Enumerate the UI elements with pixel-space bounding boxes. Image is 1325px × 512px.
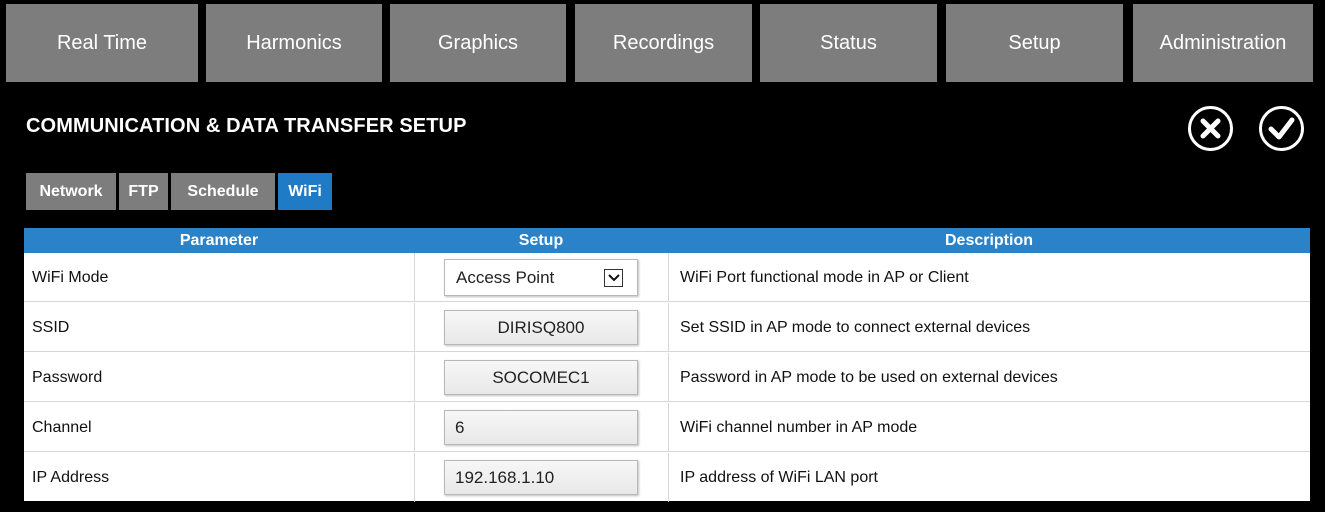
wifi-mode-select[interactable]: Access Point	[444, 259, 638, 296]
wifi-settings-table: Parameter Setup Description WiFi Mode Ac…	[24, 228, 1310, 502]
parameter-description: Set SSID in AP mode to connect external …	[680, 318, 1031, 336]
table-row: SSID DIRISQ800 Set SSID in AP mode to co…	[24, 303, 1310, 352]
subtab-wifi[interactable]: WiFi	[278, 173, 332, 210]
cancel-button[interactable]	[1187, 105, 1234, 152]
column-divider	[414, 253, 415, 302]
nav-tab-recordings[interactable]: Recordings	[575, 4, 752, 82]
wifi-mode-value: Access Point	[456, 267, 555, 287]
parameter-label: Channel	[32, 418, 92, 436]
column-divider	[668, 453, 669, 502]
column-divider	[668, 353, 669, 402]
column-divider	[414, 303, 415, 352]
column-divider	[668, 303, 669, 352]
confirm-button[interactable]	[1258, 105, 1305, 152]
parameter-label: Password	[32, 368, 103, 386]
nav-tab-administration[interactable]: Administration	[1133, 4, 1313, 82]
parameter-label: IP Address	[32, 468, 110, 486]
subtab-ftp[interactable]: FTP	[119, 173, 168, 210]
close-circle-icon	[1188, 106, 1233, 151]
subtab-network[interactable]: Network	[26, 173, 116, 210]
top-navigation: Real Time Harmonics Graphics Recordings …	[0, 0, 1325, 89]
nav-tab-setup[interactable]: Setup	[946, 4, 1123, 82]
subtab-schedule[interactable]: Schedule	[171, 173, 275, 210]
column-header-parameter: Parameter	[179, 231, 259, 249]
column-divider	[414, 453, 415, 502]
table-header: Parameter Setup Description	[24, 228, 1310, 253]
nav-tab-real-time[interactable]: Real Time	[6, 4, 198, 82]
password-field[interactable]: SOCOMEC1	[444, 360, 638, 395]
ssid-field[interactable]: DIRISQ800	[444, 310, 638, 345]
table-row: IP Address 192.168.1.10 IP address of Wi…	[24, 453, 1310, 502]
column-header-setup: Setup	[518, 231, 564, 249]
subtab-bar: Network FTP Schedule WiFi	[26, 173, 335, 210]
parameter-label: SSID	[32, 318, 70, 336]
nav-tab-graphics[interactable]: Graphics	[390, 4, 566, 82]
table-row: Channel 6 WiFi channel number in AP mode	[24, 403, 1310, 452]
check-circle-icon	[1259, 106, 1304, 151]
nav-tab-status[interactable]: Status	[760, 4, 937, 82]
parameter-description: WiFi channel number in AP mode	[680, 418, 918, 436]
column-divider	[668, 403, 669, 452]
chevron-down-icon[interactable]	[604, 269, 623, 287]
nav-tab-harmonics[interactable]: Harmonics	[206, 4, 382, 82]
page-title: COMMUNICATION & DATA TRANSFER SETUP	[26, 115, 467, 137]
column-divider	[414, 353, 415, 402]
table-row: WiFi Mode Access Point WiFi Port functio…	[24, 253, 1310, 302]
column-header-description: Description	[944, 231, 1033, 249]
column-divider	[668, 253, 669, 302]
parameter-description: IP address of WiFi LAN port	[680, 468, 878, 486]
parameter-description: WiFi Port functional mode in AP or Clien…	[680, 268, 969, 286]
parameter-label: WiFi Mode	[32, 268, 109, 286]
ip-address-field[interactable]: 192.168.1.10	[444, 460, 638, 495]
column-divider	[414, 403, 415, 452]
table-row: Password SOCOMEC1 Password in AP mode to…	[24, 353, 1310, 402]
channel-field[interactable]: 6	[444, 410, 638, 445]
parameter-description: Password in AP mode to be used on extern…	[680, 368, 1058, 386]
